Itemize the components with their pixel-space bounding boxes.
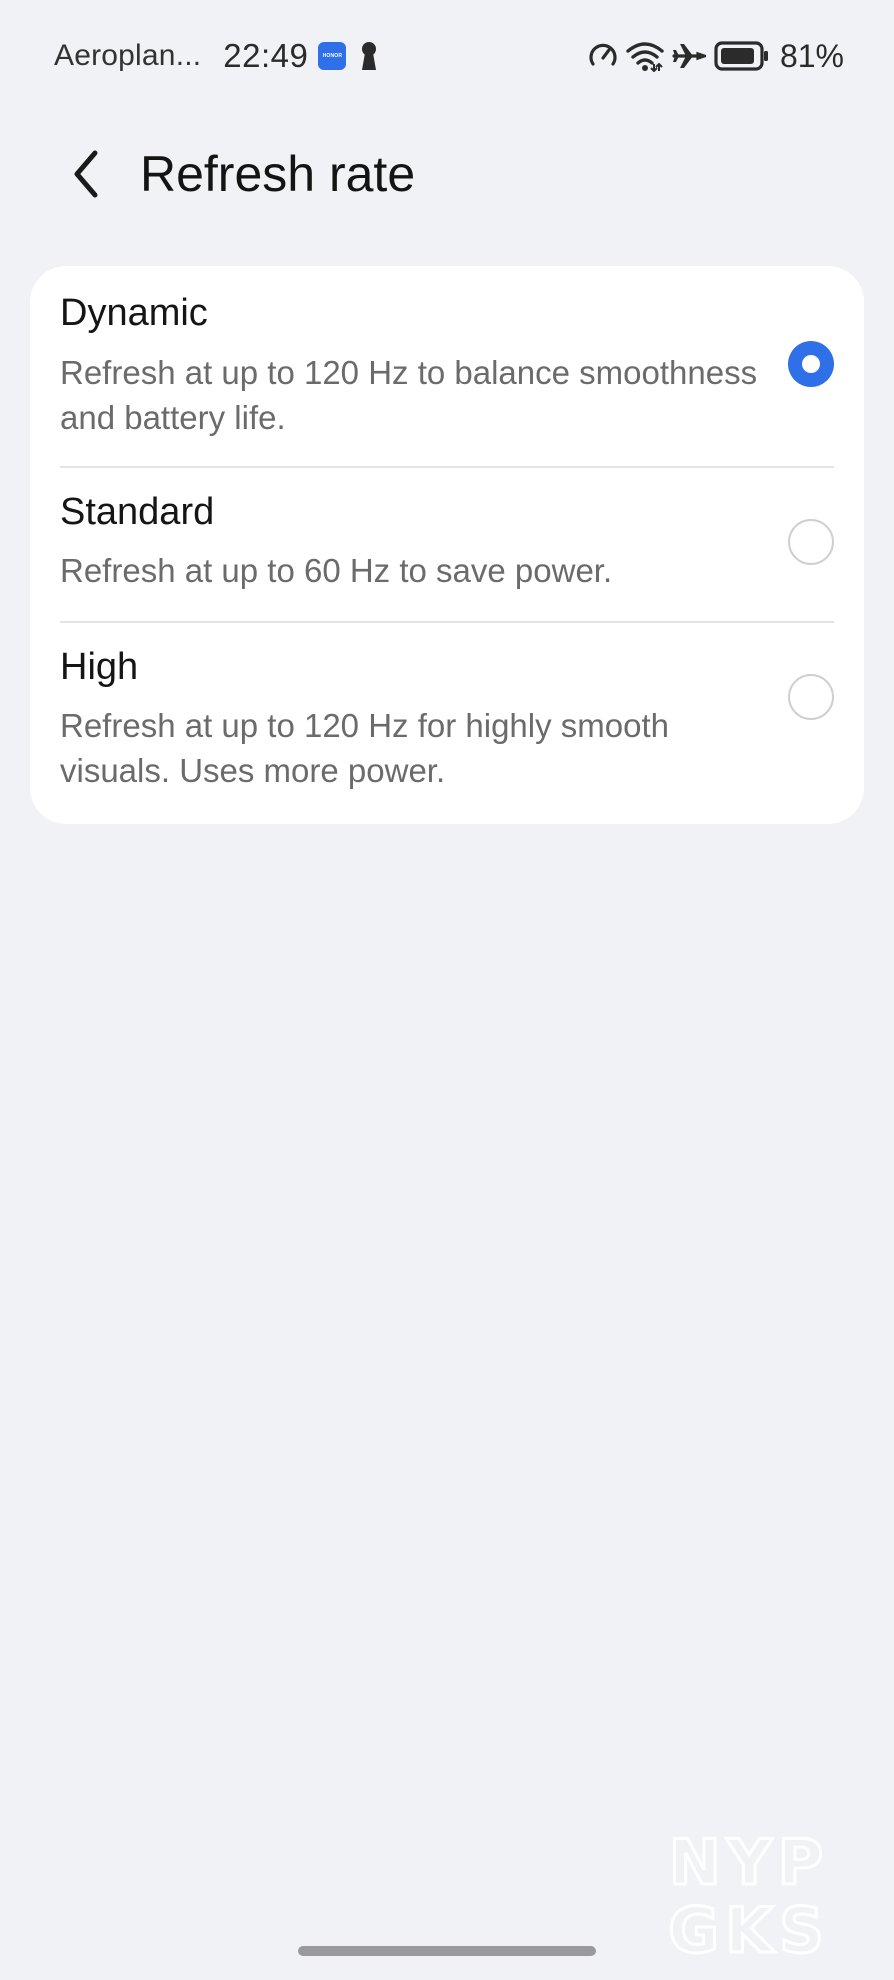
status-bar: Aeroplan... 22:49 HONOR 81% [0, 0, 894, 110]
status-right: 81% [588, 34, 844, 78]
status-left: Aeroplan... 22:49 HONOR [54, 34, 380, 78]
option-dynamic[interactable]: Dynamic Refresh at up to 120 Hz to balan… [30, 266, 864, 466]
watermark-line2: GKS [668, 1894, 830, 1960]
radio-standard[interactable] [788, 519, 834, 565]
airplane-icon [672, 44, 706, 68]
chevron-left-icon [74, 150, 98, 198]
nypgks-watermark: NYP GKS [667, 1825, 830, 1961]
speed-icon [589, 43, 617, 66]
back-button[interactable] [50, 138, 122, 210]
wifi-icon [626, 42, 664, 72]
option-title: Dynamic [60, 292, 208, 334]
clock: 22:49 [223, 37, 309, 74]
radio-dynamic[interactable] [788, 341, 834, 387]
refresh-rate-options-card: Dynamic Refresh at up to 120 Hz to balan… [30, 266, 864, 824]
option-description: Refresh at up to 120 Hz for highly smoot… [60, 707, 669, 789]
honor-app-icon: HONOR [318, 42, 347, 70]
battery-icon [714, 41, 768, 71]
option-description: Refresh at up to 120 Hz to balance smoot… [60, 354, 758, 436]
gesture-navigation-bar[interactable] [298, 1946, 596, 1956]
honor-app-icon-label: HONOR [322, 53, 343, 59]
option-description: Refresh at up to 60 Hz to save power. [60, 552, 613, 589]
app-bar: Refresh rate [0, 120, 894, 220]
page-title: Refresh rate [140, 146, 416, 202]
option-title: High [60, 646, 139, 688]
watermark-line1: NYP [669, 1826, 829, 1899]
carrier-label: Aeroplan... [54, 39, 202, 72]
radio-high[interactable] [788, 674, 834, 720]
keyhole-icon [362, 42, 377, 70]
option-standard[interactable]: Standard Refresh at up to 60 Hz to save … [30, 467, 864, 621]
option-high[interactable]: High Refresh at up to 120 Hz for highly … [30, 622, 864, 824]
battery-percent: 81% [779, 37, 844, 74]
option-title: Standard [60, 491, 215, 533]
